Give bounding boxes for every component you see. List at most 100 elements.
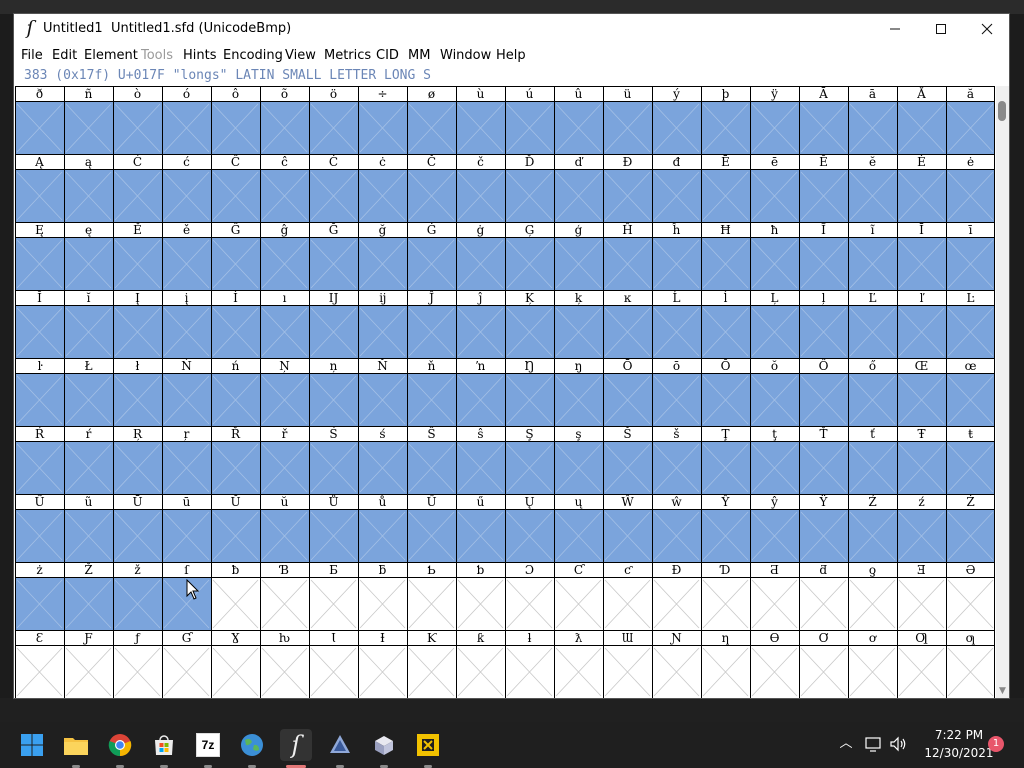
glyph-label[interactable]: ļ [799, 291, 848, 306]
glyph-label[interactable]: Č [407, 155, 456, 170]
glyph-label[interactable]: ź [897, 495, 946, 510]
vertical-scrollbar[interactable]: ▼ [996, 86, 1009, 698]
glyph-cell-selected[interactable] [260, 170, 309, 222]
glyph-label[interactable]: ġ [456, 223, 505, 238]
glyph-label[interactable]: Š [603, 427, 652, 442]
glyph-label[interactable]: ŕ [64, 427, 113, 442]
glyph-cell-selected[interactable] [652, 442, 701, 494]
clock-date[interactable]: 12/30/2021 [920, 746, 998, 760]
glyph-cell-selected[interactable] [211, 374, 260, 426]
glyph-label[interactable]: Ī [897, 223, 946, 238]
glyph-cell-selected[interactable] [946, 374, 995, 426]
glyph-cell-selected[interactable] [848, 306, 897, 358]
glyph-cell-selected[interactable] [358, 238, 407, 290]
close-button[interactable] [964, 14, 1010, 44]
glyph-cell[interactable] [64, 646, 113, 698]
glyph-label[interactable]: Ų [505, 495, 554, 510]
glyph-cell-selected[interactable] [260, 510, 309, 562]
glyph-label[interactable]: ò [113, 87, 162, 102]
glyph-label[interactable]: ƞ [701, 631, 750, 646]
title-bar[interactable]: ſ Untitled1 Untitled1.sfd (UnicodeBmp) [14, 14, 1009, 44]
glyph-cell-selected[interactable] [652, 306, 701, 358]
glyph-label[interactable]: ı [260, 291, 309, 306]
glyph-cell-selected[interactable] [407, 238, 456, 290]
glyph-label[interactable]: ĸ [603, 291, 652, 306]
glyph-cell-selected[interactable] [162, 102, 211, 154]
glyph-cell-selected[interactable] [652, 170, 701, 222]
glyph-label[interactable]: Ž [64, 563, 113, 578]
glyph-cell-selected[interactable] [701, 102, 750, 154]
glyph-label[interactable]: Ś [309, 427, 358, 442]
glyph-label[interactable]: Ż [946, 495, 995, 510]
glyph-label[interactable]: ė [946, 155, 995, 170]
glyph-label[interactable]: ē [750, 155, 799, 170]
glyph-label[interactable]: Ɩ [309, 631, 358, 646]
glyph-cell[interactable] [554, 646, 603, 698]
glyph-label[interactable]: Ħ [701, 223, 750, 238]
glyph-label[interactable]: ƣ [946, 631, 995, 646]
glyph-label[interactable]: Ĺ [652, 291, 701, 306]
glyph-label[interactable]: Ǝ [897, 563, 946, 578]
glyph-cell-selected[interactable] [260, 442, 309, 494]
menu-window[interactable]: Window [440, 48, 491, 63]
glyph-label[interactable]: Ə [946, 563, 995, 578]
glyph-label[interactable]: Ą [15, 155, 64, 170]
glyph-label[interactable]: ŉ [456, 359, 505, 374]
glyph-cell-selected[interactable] [603, 238, 652, 290]
glyph-label[interactable]: Ť [799, 427, 848, 442]
glyph-cell-selected[interactable] [701, 374, 750, 426]
glyph-label[interactable]: Ɓ [260, 563, 309, 578]
glyph-label[interactable]: ă [946, 87, 995, 102]
glyph-cell-selected[interactable] [456, 170, 505, 222]
glyph-label[interactable]: Ŏ [701, 359, 750, 374]
start-button[interactable] [16, 729, 48, 761]
glyph-label[interactable]: ŷ [750, 495, 799, 510]
glyph-cell-selected[interactable] [456, 442, 505, 494]
glyph-label[interactable]: þ [701, 87, 750, 102]
glyph-label[interactable]: ð [15, 87, 64, 102]
glyph-label[interactable]: Ź [848, 495, 897, 510]
glyph-cell-selected[interactable] [897, 442, 946, 494]
glyph-cell[interactable] [15, 646, 64, 698]
glyph-cell-selected[interactable] [603, 306, 652, 358]
glyph-label[interactable]: Ɨ [358, 631, 407, 646]
glyph-label[interactable]: ŧ [946, 427, 995, 442]
glyph-cell-selected[interactable] [407, 374, 456, 426]
glyph-label[interactable]: Ğ [309, 223, 358, 238]
glyph-label[interactable]: ƙ [456, 631, 505, 646]
cube-app-button[interactable] [368, 729, 400, 768]
glyph-label[interactable]: Ľ [848, 291, 897, 306]
glyph-cell-selected[interactable] [15, 442, 64, 494]
glyph-cell-selected[interactable] [505, 510, 554, 562]
glyph-cell-selected[interactable] [848, 170, 897, 222]
glyph-label[interactable]: Ƃ [309, 563, 358, 578]
glyph-label[interactable]: Ū [113, 495, 162, 510]
glyph-label[interactable]: Ļ [750, 291, 799, 306]
glyph-label[interactable]: Ɣ [211, 631, 260, 646]
glyph-cell-selected[interactable] [897, 238, 946, 290]
glyph-label[interactable]: ł [113, 359, 162, 374]
glyph-cell[interactable] [897, 646, 946, 698]
glyph-label[interactable]: Ŝ [407, 427, 456, 442]
glyph-cell-selected[interactable] [456, 306, 505, 358]
glyph-label[interactable]: đ [652, 155, 701, 170]
glyph-cell-selected[interactable] [309, 170, 358, 222]
glyph-label[interactable]: İ [211, 291, 260, 306]
glyph-cell-selected[interactable] [15, 578, 64, 630]
glyph-label[interactable]: ÷ [358, 87, 407, 102]
glyph-label[interactable]: Ƌ [750, 563, 799, 578]
glyph-label[interactable]: ā [848, 87, 897, 102]
glyph-label[interactable]: ğ [358, 223, 407, 238]
glyph-label[interactable]: ř [260, 427, 309, 442]
glyph-cell-selected[interactable] [309, 442, 358, 494]
glyph-label[interactable]: ķ [554, 291, 603, 306]
glyph-label[interactable]: ƒ [113, 631, 162, 646]
glyph-cell-selected[interactable] [799, 238, 848, 290]
glyph-label[interactable]: û [554, 87, 603, 102]
glyph-cell-selected[interactable] [211, 442, 260, 494]
glyph-label[interactable]: Ơ [799, 631, 848, 646]
glyph-label[interactable]: ĭ [64, 291, 113, 306]
glyph-cell-selected[interactable] [113, 306, 162, 358]
glyph-cell-selected[interactable] [162, 442, 211, 494]
glyph-label[interactable]: Ŕ [15, 427, 64, 442]
